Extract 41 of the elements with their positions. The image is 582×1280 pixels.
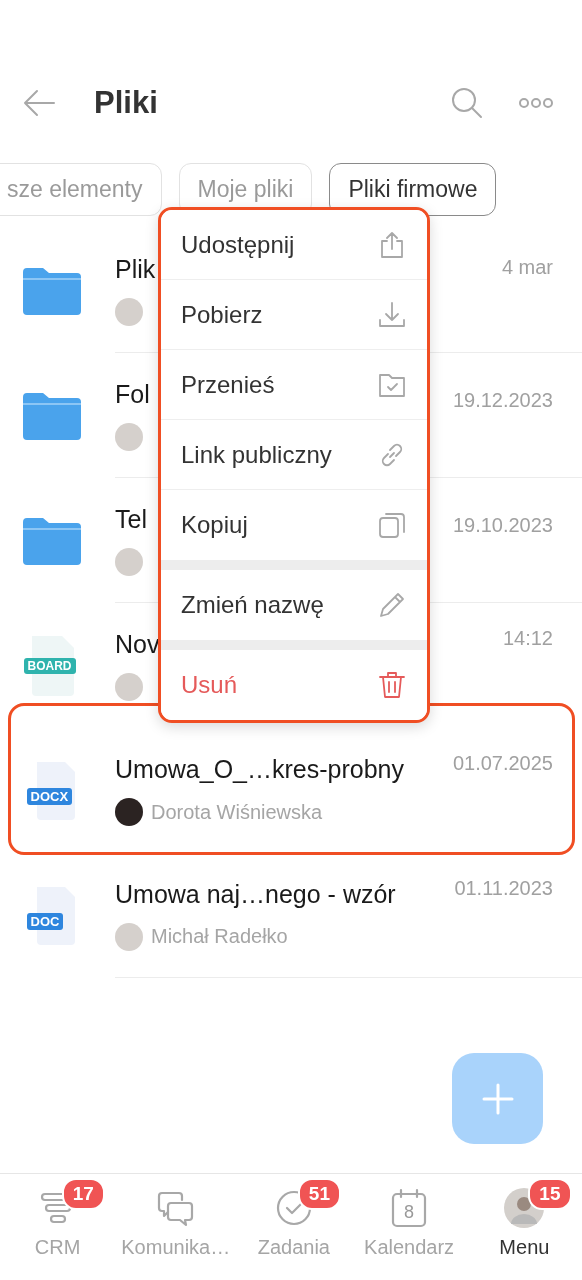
add-button[interactable] — [452, 1053, 543, 1144]
menu-item[interactable]: Usuń — [161, 650, 427, 720]
folder-icon — [22, 266, 81, 315]
count-badge: 51 — [297, 1178, 341, 1210]
pencil-icon — [377, 590, 407, 620]
file-date: 01.11.2023 — [454, 877, 553, 900]
folder-icon — [22, 391, 81, 440]
file-name: Plik — [115, 254, 156, 284]
download-icon — [377, 299, 407, 330]
search-icon — [450, 86, 484, 120]
file-date: 19.12.2023 — [452, 389, 553, 412]
count-badge: 17 — [61, 1178, 105, 1210]
file-name: Tel — [115, 504, 147, 534]
folder-icon — [22, 516, 81, 565]
file-type-label: DOC — [26, 912, 64, 930]
menu-item[interactable]: Udostępnij — [161, 210, 427, 280]
file-type-label: BOARD — [23, 657, 76, 674]
menu-item[interactable]: Pobierz — [161, 280, 427, 350]
file-name: Umowa_O_…kres-probny — [115, 755, 404, 784]
more-icon — [518, 96, 554, 110]
file-date: 19.10.2023 — [452, 514, 553, 537]
file-name: Fol — [115, 379, 150, 409]
page-title: Pliki — [94, 85, 159, 121]
file-date: 01.07.2025 — [452, 752, 553, 775]
file-name: Umowa naj…nego - wzór — [115, 879, 396, 909]
nav-tab[interactable]: 15 Menu — [466, 1174, 582, 1280]
back-arrow-icon — [22, 88, 56, 118]
plus-icon — [481, 1082, 514, 1115]
owner-name: Michał Radełko — [151, 925, 288, 948]
count-badge: 15 — [528, 1178, 572, 1210]
file-type-label: DOCX — [26, 787, 73, 805]
file-date: 4 mar — [501, 256, 553, 279]
menu-item[interactable]: Zmień nazwę — [161, 570, 427, 640]
trash-icon — [377, 670, 407, 700]
file-name: Nov — [115, 630, 160, 659]
menu-item[interactable]: Kopiuj — [161, 490, 427, 560]
menu-item[interactable]: Link publiczny — [161, 420, 427, 490]
menu-item[interactable]: Przenieś — [161, 350, 427, 420]
file-date: 14:12 — [502, 627, 553, 650]
copy-icon — [377, 510, 407, 540]
owner-name: Dorota Wiśniewska — [151, 800, 323, 824]
